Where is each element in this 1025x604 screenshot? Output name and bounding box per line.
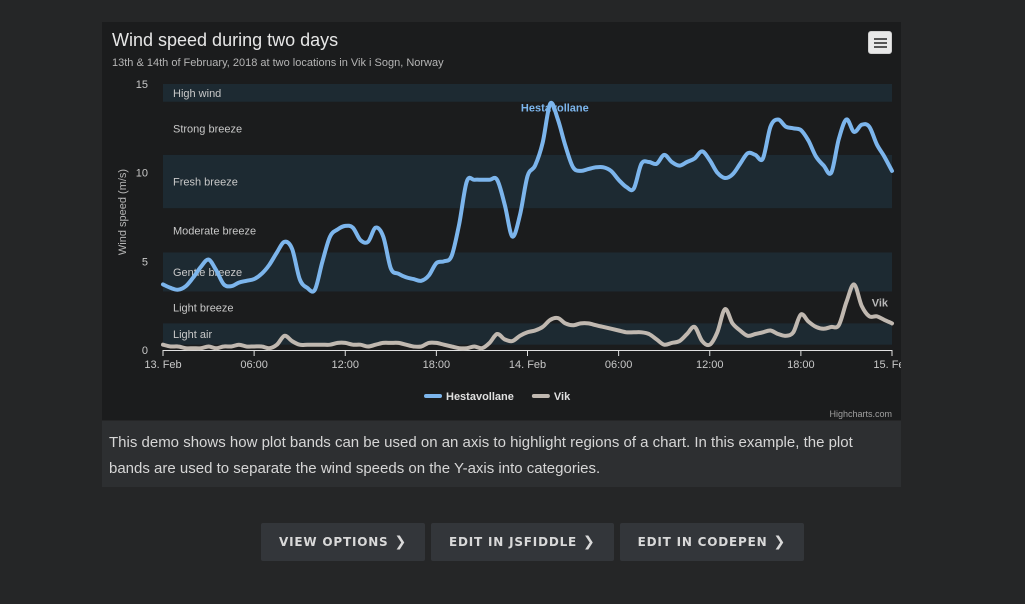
x-axis: 13. Feb 06:00 12:00 18:00 14. Feb 06:00 12:00 1… — [144, 350, 901, 371]
action-buttons: VIEW OPTIONS ❯ EDIT IN JSFIDDLE ❯ EDIT I… — [261, 523, 804, 561]
series-label: Hestavollane — [521, 102, 589, 114]
chevron-right-icon: ❯ — [583, 534, 596, 550]
chart-svg: Light air Light breeze Gentle breeze Modera… — [117, 79, 901, 419]
x-tick-label: 18:00 — [423, 359, 451, 371]
edit-in-codepen-button[interactable]: EDIT IN CODEPEN ❯ — [619, 523, 804, 561]
y-axis: 0 5 10 15 — [136, 79, 148, 357]
legend-item[interactable]: Hestavollane — [446, 391, 514, 403]
plot-band — [163, 84, 892, 102]
plot-band-label: Gentle breeze — [173, 267, 242, 279]
x-tick-label: 12:00 — [331, 359, 359, 371]
view-options-button[interactable]: VIEW OPTIONS ❯ — [261, 523, 426, 561]
x-tick-label: 06:00 — [240, 359, 268, 371]
series-label: Vik — [872, 297, 889, 309]
y-tick-label: 10 — [136, 168, 148, 180]
x-tick-label: 06:00 — [605, 359, 633, 371]
credits-link[interactable]: Highcharts.com — [829, 409, 892, 419]
y-tick-label: 0 — [142, 345, 148, 357]
edit-in-jsfiddle-label: EDIT IN JSFIDDLE — [449, 535, 578, 549]
series-lines — [161, 100, 894, 351]
plot-band-label: Light breeze — [173, 302, 234, 314]
chevron-right-icon: ❯ — [773, 534, 786, 550]
legend: Hestavollane Vik — [424, 391, 571, 403]
plot-band-label: High wind — [173, 88, 221, 100]
x-tick-label: 14. Feb — [509, 359, 546, 371]
x-tick-label: 13. Feb — [144, 359, 181, 371]
plot-band-label: Moderate breeze — [173, 225, 256, 237]
y-tick-label: 5 — [142, 256, 148, 268]
chart-card: Wind speed during two days 13th & 14th o… — [102, 22, 901, 420]
edit-in-codepen-label: EDIT IN CODEPEN — [637, 535, 768, 549]
demo-description: This demo shows how plot bands can be us… — [102, 421, 901, 487]
edit-in-jsfiddle-button[interactable]: EDIT IN JSFIDDLE ❯ — [431, 523, 614, 561]
plot-band-label: Fresh breeze — [173, 177, 238, 189]
plot-band-label: Strong breeze — [173, 123, 242, 135]
x-tick-label: 18:00 — [787, 359, 815, 371]
view-options-label: VIEW OPTIONS — [279, 535, 389, 549]
chevron-right-icon: ❯ — [394, 534, 408, 550]
plot-band-label: Light air — [173, 329, 212, 341]
x-tick-label: 12:00 — [696, 359, 724, 371]
legend-item[interactable]: Vik — [554, 391, 571, 403]
x-tick-label: 15. Feb — [873, 359, 901, 371]
y-tick-label: 15 — [136, 79, 148, 91]
y-axis-title: Wind speed (m/s) — [117, 169, 129, 255]
